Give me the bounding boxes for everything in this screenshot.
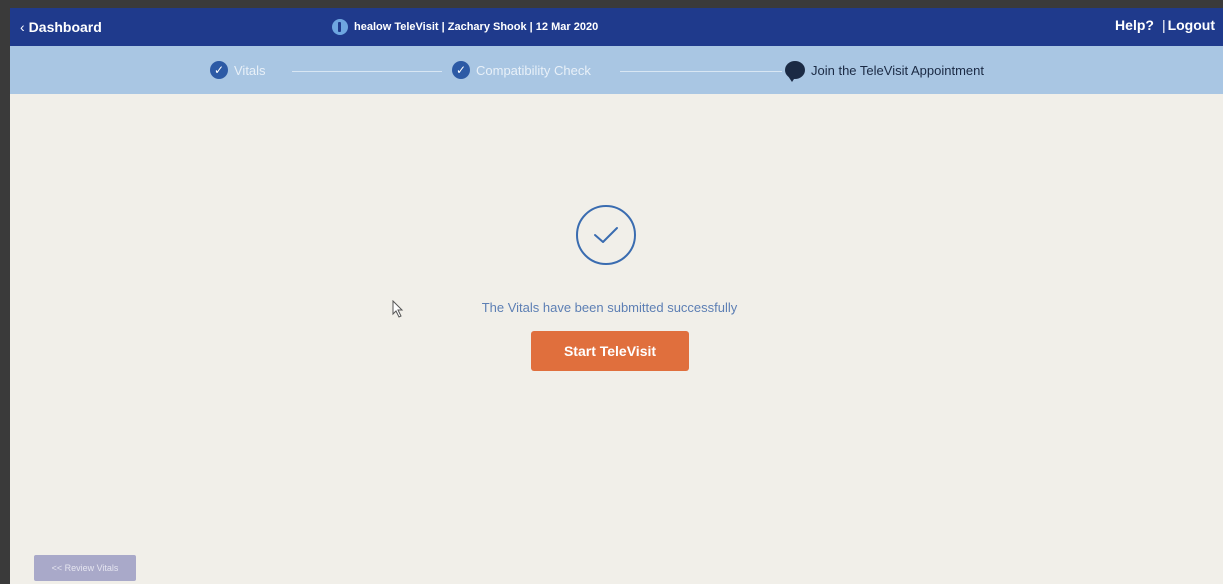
logout-link[interactable]: Logout (1168, 17, 1215, 33)
visit-title-text: healow TeleVisit | Zachary Shook | 12 Ma… (354, 21, 599, 33)
success-message: The Vitals have been submitted successfu… (481, 300, 738, 315)
mouse-pointer-icon (392, 299, 404, 323)
chat-bubble-icon (785, 61, 805, 82)
visit-title: healow TeleVisit | Zachary Shook | 12 Ma… (332, 19, 598, 35)
check-circle-icon: ✓ (452, 61, 470, 79)
app-screen: ‹ Dashboard healow TeleVisit | Zachary S… (10, 8, 1223, 584)
dashboard-link-label: Dashboard (28, 19, 102, 35)
step-vitals: ✓ Vitals (210, 61, 266, 79)
step-label: Join the TeleVisit Appointment (811, 62, 984, 78)
step-connector (292, 71, 442, 72)
dashboard-back-link[interactable]: ‹ Dashboard (20, 19, 102, 35)
header-links: Help? | Logout (1115, 17, 1215, 33)
review-vitals-button[interactable]: << Review Vitals (34, 555, 136, 581)
help-link[interactable]: Help? (1115, 17, 1154, 33)
step-join-televisit: Join the TeleVisit Appointment (785, 61, 984, 82)
check-circle-icon: ✓ (210, 61, 228, 79)
header-separator: | (1161, 17, 1166, 33)
top-navigation-bar: ‹ Dashboard healow TeleVisit | Zachary S… (10, 8, 1223, 46)
chevron-left-icon: ‹ (20, 19, 25, 35)
main-content: The Vitals have been submitted successfu… (10, 94, 1223, 584)
success-check-icon (576, 205, 636, 265)
step-label: Vitals (234, 62, 266, 78)
step-label: Compatibility Check (476, 62, 591, 78)
step-compatibility-check: ✓ Compatibility Check (452, 61, 591, 79)
progress-stepper: ✓ Vitals ✓ Compatibility Check Join the … (10, 46, 1223, 94)
healow-logo-icon (332, 19, 348, 35)
start-televisit-button[interactable]: Start TeleVisit (531, 331, 689, 371)
step-connector (620, 71, 782, 72)
